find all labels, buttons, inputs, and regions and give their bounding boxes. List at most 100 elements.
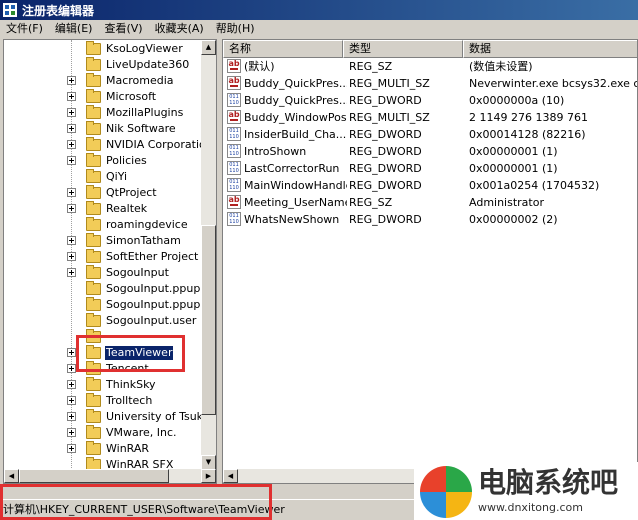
expand-plus-icon[interactable] — [67, 268, 76, 277]
expand-plus-icon[interactable] — [67, 444, 76, 453]
value-row[interactable]: InsiderBuild_Cha...REG_DWORD 0x00014128 (… — [223, 127, 637, 144]
horizontal-scroll-thumb[interactable] — [19, 469, 169, 483]
tree-item-label: Policies — [106, 154, 147, 167]
value-row[interactable]: Buddy_QuickPres...REG_DWORD 0x0000000a (1… — [223, 93, 637, 110]
value-type: REG_DWORD — [349, 145, 422, 158]
string-value-icon — [227, 59, 241, 73]
folder-icon — [86, 89, 101, 103]
expand-plus-icon[interactable] — [67, 364, 76, 373]
expand-plus-icon[interactable] — [67, 140, 76, 149]
scroll-up-button[interactable]: ▲ — [201, 40, 216, 55]
value-row[interactable]: WhatsNewShown REG_DWORD 0x00000002 (2) — [223, 212, 637, 229]
value-name: Buddy_QuickPres... — [244, 77, 347, 90]
tree-item[interactable]: SogouInput.ppup.us — [4, 297, 202, 313]
menu-view[interactable]: 查看(V) — [98, 20, 148, 38]
window-title: 注册表编辑器 — [22, 3, 95, 18]
tree-item[interactable]: Macromedia — [4, 73, 202, 89]
scroll-left-button[interactable]: ◀ — [4, 469, 19, 483]
scroll-down-button[interactable]: ▼ — [201, 455, 216, 470]
expand-plus-icon[interactable] — [67, 412, 76, 421]
value-row[interactable]: MainWindowHandleREG_DWORD 0x001a0254 (170… — [223, 178, 637, 195]
menu-help[interactable]: 帮助(H) — [210, 20, 261, 38]
tree-item[interactable] — [4, 329, 202, 345]
registry-key-tree[interactable]: KsoLogViewer LiveUpdate360 Macromedia Micro… — [3, 39, 217, 484]
menu-favorites[interactable]: 收藏夹(A) — [149, 20, 210, 38]
tree-item[interactable]: Tencent — [4, 361, 202, 377]
column-header-type[interactable]: 类型 — [343, 40, 463, 58]
value-row[interactable]: LastCorrectorRun REG_DWORD 0x00000001 (1) — [223, 161, 637, 178]
tree-item[interactable]: VMware, Inc. — [4, 425, 202, 441]
folder-icon — [86, 409, 101, 423]
value-data: 0x00000001 (1) — [469, 162, 558, 175]
tree-item[interactable]: QiYi — [4, 169, 202, 185]
value-row[interactable]: (默认) REG_SZ (数值未设置) — [223, 59, 637, 76]
value-row[interactable]: IntroShown REG_DWORD 0x00000001 (1) — [223, 144, 637, 161]
expand-plus-icon[interactable] — [67, 108, 76, 117]
tree-item-label: LiveUpdate360 — [106, 58, 190, 71]
value-type: REG_DWORD — [349, 179, 422, 192]
watermark-url: www.dnxitong.com — [478, 501, 583, 514]
value-type: REG_SZ — [349, 196, 393, 209]
value-data: 2 1149 276 1389 761 — [469, 111, 588, 124]
scroll-right-button[interactable]: ▶ — [201, 469, 216, 483]
folder-icon — [86, 313, 101, 327]
expand-plus-icon[interactable] — [67, 188, 76, 197]
expand-plus-icon[interactable] — [67, 252, 76, 261]
tree-item[interactable]: QtProject — [4, 185, 202, 201]
value-row[interactable]: Buddy_QuickPres...REG_MULTI_SZ Neverwinte… — [223, 76, 637, 93]
tree-item-label: Trolltech — [106, 394, 153, 407]
values-scroll-left-button[interactable]: ◀ — [223, 469, 238, 483]
tree-item[interactable]: SogouInput — [4, 265, 202, 281]
expand-plus-icon[interactable] — [67, 428, 76, 437]
tree-horizontal-scrollbar[interactable]: ◀ ▶ — [4, 469, 216, 483]
title-bar[interactable]: 注册表编辑器 — [0, 0, 638, 20]
tree-item-label: University of Tsuku — [106, 410, 202, 423]
value-data: 0x00014128 (82216) — [469, 128, 586, 141]
expand-plus-icon[interactable] — [67, 204, 76, 213]
tree-item[interactable]: Nik Software — [4, 121, 202, 137]
tree-item[interactable]: NVIDIA Corporation — [4, 137, 202, 153]
tree-item[interactable]: Policies — [4, 153, 202, 169]
scroll-thumb[interactable] — [201, 225, 216, 415]
column-header-data[interactable]: 数据 — [463, 40, 637, 58]
tree-item[interactable]: WinRAR — [4, 441, 202, 457]
tree-item[interactable]: roamingdevice — [4, 217, 202, 233]
value-row[interactable]: Meeting_UserNameREG_SZ Administrator — [223, 195, 637, 212]
tree-item[interactable]: Microsoft — [4, 89, 202, 105]
tree-item[interactable]: Trolltech — [4, 393, 202, 409]
value-name: WhatsNewShown — [244, 213, 340, 226]
windows-logo-icon — [420, 466, 472, 518]
value-data: 0x00000002 (2) — [469, 213, 558, 226]
tree-item[interactable]: LiveUpdate360 — [4, 57, 202, 73]
menu-file[interactable]: 文件(F) — [0, 20, 49, 38]
expand-plus-icon[interactable] — [67, 348, 76, 357]
tree-item[interactable]: SimonTatham — [4, 233, 202, 249]
tree-item[interactable]: MozillaPlugins — [4, 105, 202, 121]
tree-item[interactable]: University of Tsuku — [4, 409, 202, 425]
expand-plus-icon[interactable] — [67, 380, 76, 389]
tree-item[interactable]: Realtek — [4, 201, 202, 217]
expand-plus-icon[interactable] — [67, 76, 76, 85]
value-row[interactable]: Buddy_WindowPosREG_MULTI_SZ 2 1149 276 13… — [223, 110, 637, 127]
tree-item[interactable]: SoftEther Project — [4, 249, 202, 265]
folder-icon — [86, 393, 101, 407]
column-header-name[interactable]: 名称 — [223, 40, 343, 58]
expand-plus-icon[interactable] — [67, 396, 76, 405]
menu-edit[interactable]: 编辑(E) — [49, 20, 99, 38]
registry-values-list[interactable]: 名称 类型 数据 (默认) REG_SZ (数值未设置) Buddy_QuickPre… — [222, 39, 638, 484]
folder-icon — [86, 281, 101, 295]
expand-plus-icon[interactable] — [67, 236, 76, 245]
tree-item[interactable]: TeamViewer — [4, 345, 202, 361]
expand-plus-icon[interactable] — [67, 124, 76, 133]
tree-vertical-scrollbar[interactable]: ▲ ▼ — [201, 40, 216, 470]
folder-icon — [86, 41, 101, 55]
expand-plus-icon[interactable] — [67, 156, 76, 165]
value-name: (默认) — [244, 60, 275, 73]
expand-plus-icon[interactable] — [67, 92, 76, 101]
tree-item[interactable]: KsoLogViewer — [4, 41, 202, 57]
tree-item[interactable]: SogouInput.user — [4, 313, 202, 329]
tree-item[interactable]: SogouInput.ppup — [4, 281, 202, 297]
tree-item-label: KsoLogViewer — [106, 42, 183, 55]
string-value-icon — [227, 76, 241, 90]
tree-item[interactable]: ThinkSky — [4, 377, 202, 393]
